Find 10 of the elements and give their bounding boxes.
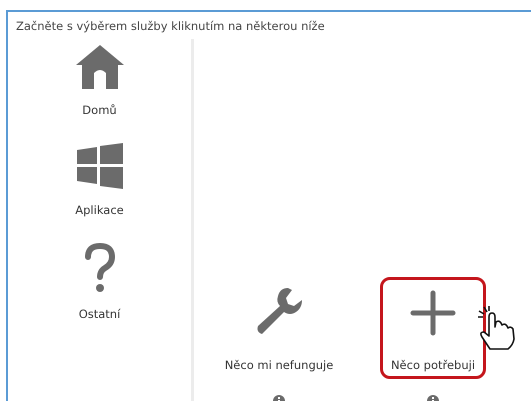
question-mark-icon: [82, 243, 116, 293]
sidebar-item[interactable]: Ostatní: [44, 243, 154, 321]
home-icon: [76, 45, 124, 89]
instruction-text: Začněte s výběrem služby kliknutím na některou níže: [15, 18, 326, 35]
service-tile[interactable]: Něco mi nefunguje: [226, 273, 332, 379]
service-tile[interactable]: Něco potřebuji: [380, 277, 486, 379]
sidebar-item[interactable]: Aplikace: [44, 143, 154, 217]
plus-icon: [410, 290, 456, 336]
sidebar-item[interactable]: Domů: [44, 45, 154, 117]
windows-icon: [76, 143, 122, 189]
